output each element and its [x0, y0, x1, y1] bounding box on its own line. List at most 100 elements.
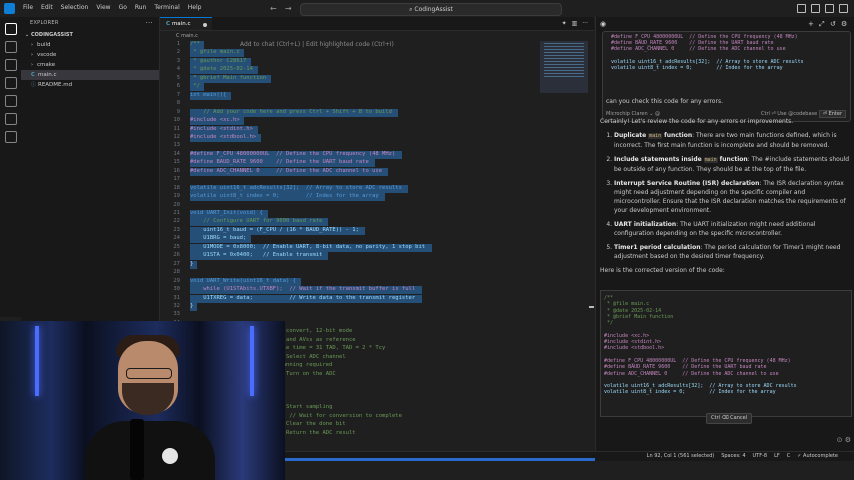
history-icon[interactable]: ↺ — [830, 20, 836, 28]
code-line[interactable]: U1TXREG = data; // Write data to the tra… — [190, 295, 415, 301]
tree-item-readme[interactable]: ⓘ README.md — [21, 80, 159, 90]
encoding[interactable]: UTF-8 — [753, 452, 768, 461]
line-number: 7 — [176, 91, 180, 98]
code-line[interactable]: U1MODE = 0x8000; // Enable UART, 8-bit d… — [190, 244, 425, 250]
extensions-icon[interactable] — [5, 95, 17, 107]
language-mode[interactable]: C — [787, 452, 791, 461]
minimap[interactable] — [540, 41, 588, 93]
code-line[interactable]: uint16_t baud = (F_CPU / (16 * BAUD_RATE… — [190, 227, 359, 233]
more-actions-icon[interactable]: ··· — [145, 17, 153, 30]
code-line[interactable]: } — [190, 303, 193, 309]
issue-item: Duplicate main function: There are two m… — [614, 131, 850, 150]
unsaved-dot-icon[interactable] — [203, 23, 207, 27]
code-line[interactable]: void UART_Write(uint16_t data) { — [190, 278, 296, 284]
code-line[interactable]: // Add your code here and press Ctrl + S… — [190, 109, 392, 115]
issue-title: Interrupt Service Routine (ISR) declarat… — [614, 180, 760, 187]
line-number: 28 — [173, 269, 180, 276]
line-number: 4 — [176, 66, 180, 73]
menu-selection[interactable]: Selection — [57, 4, 93, 11]
database-icon[interactable] — [5, 131, 17, 143]
corrected-intro: Here is the corrected version of the cod… — [600, 267, 725, 274]
forward-arrow-icon[interactable]: → — [285, 4, 292, 13]
menu-run[interactable]: Run — [131, 4, 151, 11]
line-number: 24 — [173, 235, 180, 242]
code-line[interactable]: */ — [190, 83, 200, 89]
menu-file[interactable]: File — [19, 4, 37, 11]
settings-icon[interactable]: ⚙ — [845, 436, 851, 444]
tree-item-cmake[interactable]: › cmake — [21, 60, 159, 70]
issue-item: Timer1 period calculation: The period ca… — [614, 243, 850, 261]
line-ending[interactable]: LF — [774, 452, 780, 461]
menu-help[interactable]: Help — [184, 4, 206, 11]
tree-item-label: cmake — [37, 62, 56, 68]
menu-edit[interactable]: Edit — [37, 4, 57, 11]
source-control-icon[interactable] — [5, 59, 17, 71]
code-line[interactable]: * @file main.c — [190, 49, 239, 55]
chat-question[interactable]: can you check this code for any errors. — [606, 98, 723, 105]
vscode-logo-icon — [4, 3, 15, 14]
help-icon[interactable]: ⊙ — [837, 436, 843, 444]
code-line[interactable]: /** — [190, 41, 200, 47]
code-line[interactable]: U1STA = 0x0400; // Enable transmit — [190, 252, 322, 258]
code-line[interactable]: * @date 2025-02-14 — [190, 66, 253, 72]
code-line[interactable]: U1BRG = baud; — [190, 235, 246, 241]
tree-item-main-c[interactable]: Cmain.c — [21, 70, 159, 80]
code-line[interactable]: #include <stdbool.h> — [190, 134, 256, 140]
indentation[interactable]: Spaces: 4 — [721, 452, 745, 461]
code-line[interactable]: volatile uint16_t adcResults[32]; // Arr… — [190, 185, 402, 191]
breadcrumb[interactable]: C main.c — [160, 31, 594, 41]
code-line[interactable]: * @author C28617 — [190, 58, 246, 64]
code-line[interactable]: * @brief Main function — [190, 75, 266, 81]
explorer-icon[interactable] — [5, 23, 17, 35]
back-arrow-icon[interactable]: ← — [270, 4, 277, 13]
ai-assistant-icon[interactable] — [5, 113, 17, 125]
line-number: 3 — [176, 57, 180, 64]
code-line[interactable]: int main(){ — [190, 92, 226, 98]
cancel-button[interactable]: Ctrl ⌫ Cancel — [706, 413, 753, 424]
split-editor-icon[interactable]: ▥ — [572, 20, 578, 27]
corrected-code-block[interactable]: /** * @file main.c * @date 2025-02-14 * … — [600, 290, 852, 417]
code-line[interactable]: #define BAUD_RATE 9600 // Define the UAR… — [190, 159, 369, 165]
line-number: 30 — [173, 286, 180, 293]
autocomplete-status[interactable]: ✓ Autocomplete — [797, 452, 838, 461]
issue-title: Timer1 period calculation — [614, 244, 701, 251]
chat-input-box[interactable]: #define F_CPU 48000000UL // Define the C… — [602, 31, 851, 122]
line-number: 9 — [176, 108, 180, 115]
toggle-secondary-sidebar-icon[interactable] — [839, 4, 848, 13]
sparkle-icon[interactable]: ✦ — [562, 20, 567, 27]
tree-item-build[interactable]: › build — [21, 40, 159, 50]
expand-icon[interactable]: ⤢ — [819, 20, 825, 29]
code-line[interactable]: #include <xc.h> — [190, 117, 240, 123]
code-line[interactable]: while (U1STAbits.UTXBF); // Wait if the … — [190, 286, 415, 292]
tab-main-c[interactable]: C main.c — [160, 17, 212, 30]
cursor-position[interactable]: Ln 92, Col 1 (561 selected) — [647, 452, 715, 461]
command-center-search[interactable]: ⌕ CodingAssist — [300, 3, 562, 16]
code-line[interactable]: #define F_CPU 48000000UL // Define the C… — [190, 151, 395, 157]
new-chat-icon[interactable]: + — [808, 20, 814, 28]
run-debug-icon[interactable] — [5, 77, 17, 89]
workspace-root[interactable]: ⌄ CODINGASSIST — [21, 30, 159, 40]
code-line[interactable]: void UART_Init(void) { — [190, 210, 263, 216]
menu-terminal[interactable]: Terminal — [150, 4, 183, 11]
toggle-panel-icon[interactable] — [825, 4, 834, 13]
tree-item-vscode[interactable]: › vscode — [21, 50, 159, 60]
code-line[interactable]: // Configure UART for 9600 baud rate — [190, 218, 322, 224]
assistant-logo-icon: ◉ — [600, 20, 607, 28]
gear-icon[interactable]: ⚙ — [841, 20, 847, 28]
explorer-header: EXPLORER ··· — [21, 17, 159, 30]
more-icon[interactable]: ··· — [582, 20, 588, 27]
issue-item: UART initialization: The UART initializa… — [614, 220, 850, 238]
editor-scrollbar[interactable] — [589, 41, 594, 451]
search-icon[interactable] — [5, 41, 17, 53]
code-line[interactable]: } — [190, 261, 193, 267]
layout-icon[interactable] — [797, 4, 806, 13]
corrected-code: /** * @file main.c * @date 2025-02-14 * … — [604, 295, 797, 396]
menu-view[interactable]: View — [92, 4, 114, 11]
toggle-sidebar-icon[interactable] — [811, 4, 820, 13]
code-line[interactable]: #define ADC_CHANNEL 0 // Define the ADC … — [190, 168, 382, 174]
chat-header: ◉ + ⤢ ↺ ⚙ — [596, 17, 854, 30]
menu-go[interactable]: Go — [115, 4, 131, 11]
assistant-response: Certainly! Let's review the code for any… — [600, 117, 850, 280]
code-line[interactable]: #include <stdint.h> — [190, 126, 253, 132]
code-line[interactable]: volatile uint8_t index = 0; // Index for… — [190, 193, 379, 199]
